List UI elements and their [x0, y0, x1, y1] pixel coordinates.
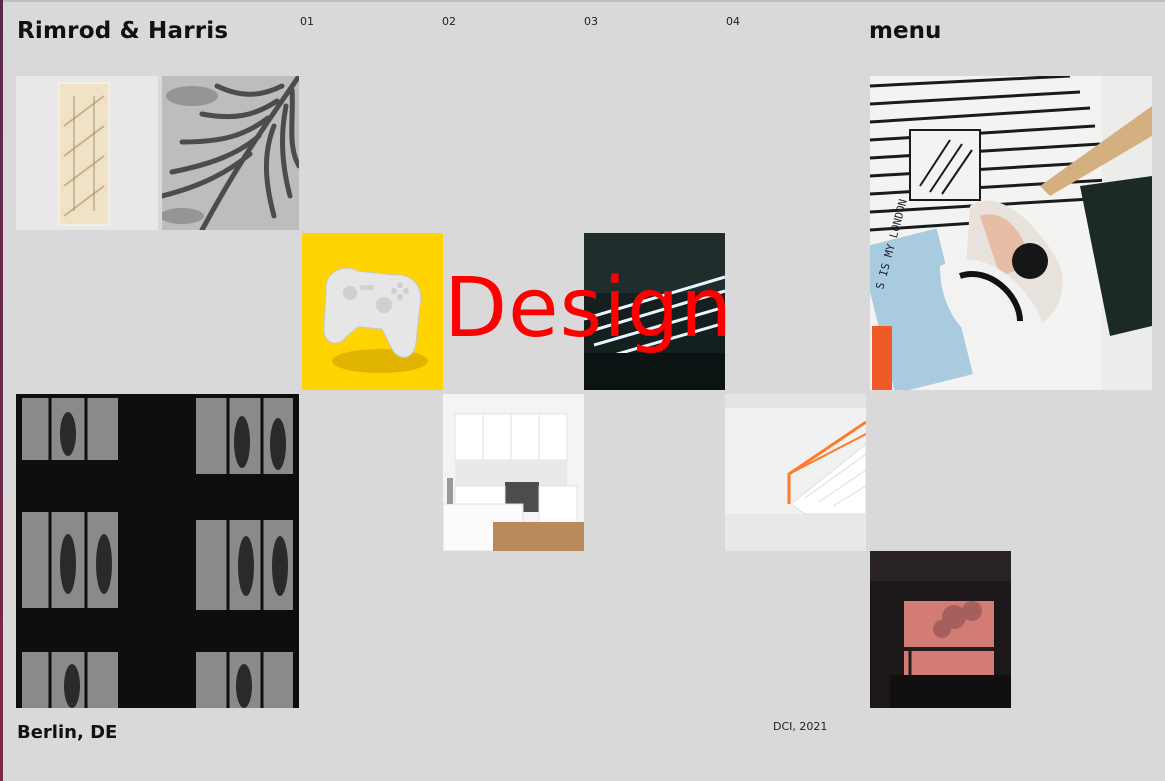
- footer-credit: DCI, 2021: [773, 720, 828, 733]
- staircase-photo[interactable]: [16, 76, 158, 230]
- fashion-flatlay-photo[interactable]: S IS MY LONDON: [870, 76, 1152, 390]
- kitchen-photo[interactable]: [443, 394, 584, 551]
- menu-button[interactable]: menu: [869, 18, 941, 44]
- window-left-edge: [0, 0, 3, 781]
- white-stairs-photo[interactable]: [725, 394, 866, 551]
- nav-item-03[interactable]: 03: [584, 15, 598, 28]
- top-border: [0, 0, 1165, 2]
- light-stripes-photo[interactable]: [584, 233, 725, 390]
- mannequin-windows-photo[interactable]: [16, 394, 299, 708]
- footer-location: Berlin, DE: [17, 722, 118, 743]
- nav-item-02[interactable]: 02: [442, 15, 456, 28]
- nav-item-01[interactable]: 01: [300, 15, 314, 28]
- dark-window-photo[interactable]: [870, 551, 1011, 708]
- palm-shadow-photo[interactable]: [162, 76, 299, 230]
- brand-logo[interactable]: Rimrod & Harris: [17, 18, 228, 44]
- nav-item-04[interactable]: 04: [726, 15, 740, 28]
- game-controller-photo[interactable]: [302, 233, 443, 390]
